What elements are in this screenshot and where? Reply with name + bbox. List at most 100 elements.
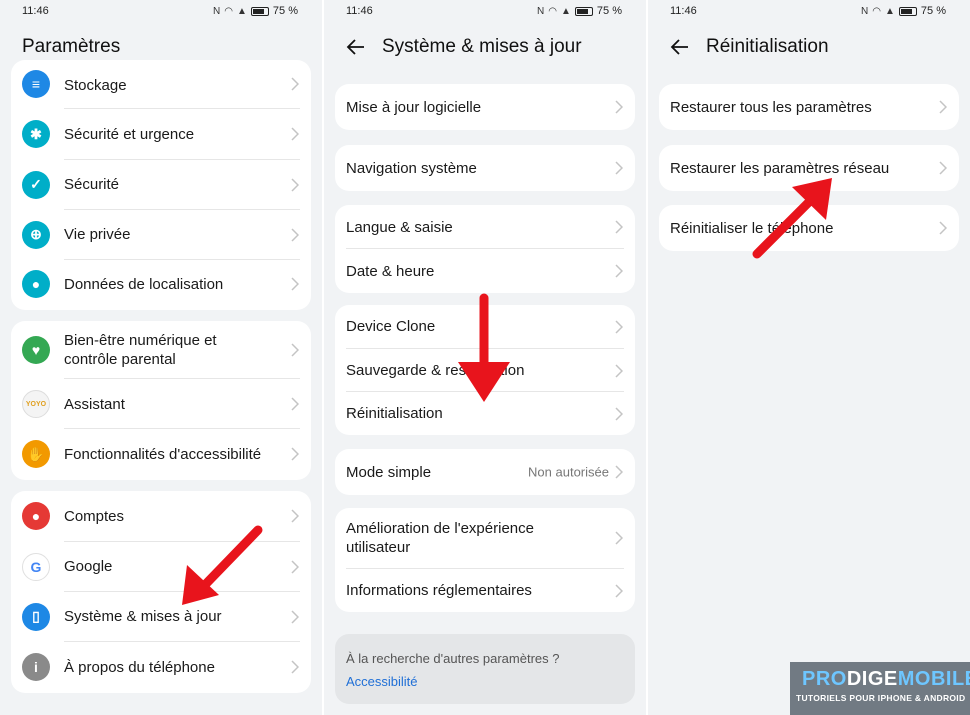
restore-network-settings[interactable]: Restaurer les paramètres réseau	[659, 145, 959, 191]
brand-watermark: PRODIGEMOBILE TUTORIELS POUR IPHONE & AN…	[790, 662, 970, 715]
chevron-right-icon	[615, 407, 623, 421]
page-title: Système & mises à jour	[382, 36, 582, 57]
chevron-right-icon	[615, 264, 623, 278]
wifi-icon: ◠	[224, 5, 234, 17]
settings-item-assistant[interactable]: YOYO Assistant	[11, 379, 311, 429]
settings-item-security-emergency[interactable]: ✱ Sécurité et urgence	[11, 109, 311, 159]
status-time: 11:46	[670, 5, 697, 17]
chevron-right-icon	[291, 610, 299, 624]
asterisk-icon: ✱	[22, 120, 50, 148]
settings-group-1: ≡ Stockage ✱ Sécurité et urgence ✓ Sécur…	[11, 60, 311, 310]
chevron-right-icon	[615, 100, 623, 114]
settings-group-2: ♥ Bien-être numérique et contrôle parent…	[11, 321, 311, 480]
settings-item-date-time[interactable]: Date & heure	[335, 249, 635, 293]
chevron-right-icon	[615, 364, 623, 378]
battery-level: 75 %	[596, 5, 622, 17]
settings-item-language-input[interactable]: Langue & saisie	[335, 205, 635, 249]
chevron-right-icon	[291, 277, 299, 291]
signal-icon: ▲	[885, 5, 895, 17]
chevron-right-icon	[291, 447, 299, 461]
chevron-right-icon	[291, 228, 299, 242]
settings-item-software-update[interactable]: Mise à jour logicielle	[335, 84, 635, 130]
chevron-right-icon	[291, 660, 299, 674]
settings-item-accounts[interactable]: ● Comptes	[11, 491, 311, 541]
page-title: Réinitialisation	[706, 36, 829, 57]
restore-all-settings[interactable]: Restaurer tous les paramètres	[659, 84, 959, 130]
hand-icon: ✋	[22, 440, 50, 468]
status-bar: 11:46 N ◠ ▲ 75 %	[648, 0, 970, 22]
nfc-icon: N	[861, 5, 869, 17]
chevron-right-icon	[291, 509, 299, 523]
storage-icon: ≡	[22, 70, 50, 98]
simple-mode-status: Non autorisée	[528, 464, 609, 480]
info-icon: i	[22, 653, 50, 681]
settings-group-5: Mode simple Non autorisée	[335, 449, 635, 495]
yoyo-icon: YOYO	[22, 390, 50, 418]
chevron-right-icon	[291, 127, 299, 141]
lock-icon: ⊕	[22, 220, 50, 249]
settings-item-regulatory-info[interactable]: Informations réglementaires	[335, 569, 635, 612]
settings-item-device-clone[interactable]: Device Clone	[335, 305, 635, 348]
heart-person-icon: ♥	[22, 335, 50, 364]
settings-item-experience-improvement[interactable]: Amélioration de l'expérience utilisateur	[335, 508, 635, 568]
settings-item-privacy[interactable]: ⊕ Vie privée	[11, 210, 311, 259]
settings-item-digital-wellbeing[interactable]: ♥ Bien-être numérique et contrôle parent…	[11, 321, 311, 378]
chevron-right-icon	[291, 77, 299, 91]
google-icon: G	[22, 552, 50, 581]
settings-group-3: ● Comptes G Google ▯ Système & mises à j…	[11, 491, 311, 693]
status-time: 11:46	[346, 5, 373, 17]
brand-tagline: TUTORIELS POUR IPHONE & ANDROID	[796, 693, 966, 703]
chevron-right-icon	[615, 320, 623, 334]
reset-group-1: Restaurer tous les paramètres	[659, 84, 959, 130]
back-arrow-icon[interactable]	[346, 37, 366, 57]
battery-level: 75 %	[920, 5, 946, 17]
page-header: Réinitialisation	[670, 34, 960, 60]
settings-item-system-navigation[interactable]: Navigation système	[335, 145, 635, 191]
chevron-right-icon	[291, 343, 299, 357]
accessibility-link[interactable]: Accessibilité	[346, 674, 418, 689]
settings-item-storage[interactable]: ≡ Stockage	[11, 60, 311, 108]
settings-item-system-updates[interactable]: ▯ Système & mises à jour	[11, 592, 311, 641]
brand-logo: PRODIGEMOBILE	[802, 668, 970, 690]
battery-level: 75 %	[272, 5, 298, 17]
nfc-icon: N	[213, 5, 221, 17]
battery-icon	[898, 6, 917, 16]
settings-item-simple-mode[interactable]: Mode simple Non autorisée	[335, 449, 635, 495]
settings-item-security[interactable]: ✓ Sécurité	[11, 160, 311, 209]
reset-group-2: Restaurer les paramètres réseau	[659, 145, 959, 191]
chevron-right-icon	[615, 220, 623, 234]
reset-phone[interactable]: Réinitialiser le téléphone	[659, 205, 959, 251]
settings-item-location[interactable]: ● Données de localisation	[11, 260, 311, 308]
page-header: Système & mises à jour	[346, 34, 636, 60]
chevron-right-icon	[939, 161, 947, 175]
system-updates-screen: 11:46 N ◠ ▲ 75 % Système & mises à jour …	[324, 0, 646, 715]
settings-item-google[interactable]: G Google	[11, 542, 311, 591]
location-pin-icon: ●	[22, 270, 50, 298]
battery-icon	[574, 6, 593, 16]
chevron-right-icon	[939, 221, 947, 235]
back-arrow-icon[interactable]	[670, 37, 690, 57]
settings-item-reset[interactable]: Réinitialisation	[335, 392, 635, 435]
page-title: Paramètres	[22, 36, 121, 57]
status-bar: 11:46 N ◠ ▲ 75 %	[0, 0, 322, 22]
settings-item-accessibility[interactable]: ✋ Fonctionnalités d'accessibilité	[11, 429, 311, 479]
reset-screen: 11:46 N ◠ ▲ 75 % Réinitialisation Restau…	[648, 0, 970, 715]
wifi-icon: ◠	[872, 5, 882, 17]
status-bar: 11:46 N ◠ ▲ 75 %	[324, 0, 646, 22]
nfc-icon: N	[537, 5, 545, 17]
signal-icon: ▲	[561, 5, 571, 17]
shield-check-icon: ✓	[22, 170, 50, 199]
battery-icon	[250, 6, 269, 16]
chevron-right-icon	[615, 584, 623, 598]
chevron-right-icon	[615, 531, 623, 545]
chevron-right-icon	[291, 560, 299, 574]
settings-group-6: Amélioration de l'expérience utilisateur…	[335, 508, 635, 612]
wifi-icon: ◠	[548, 5, 558, 17]
settings-group-4: Device Clone Sauvegarde & restauration R…	[335, 305, 635, 435]
phone-gear-icon: ▯	[22, 602, 50, 631]
settings-item-about-phone[interactable]: i À propos du téléphone	[11, 642, 311, 692]
chevron-right-icon	[615, 465, 623, 479]
settings-item-backup-restore[interactable]: Sauvegarde & restauration	[335, 349, 635, 392]
chevron-right-icon	[291, 178, 299, 192]
settings-screen: 11:46 N ◠ ▲ 75 % Paramètres ≡ Stockage ✱…	[0, 0, 322, 715]
